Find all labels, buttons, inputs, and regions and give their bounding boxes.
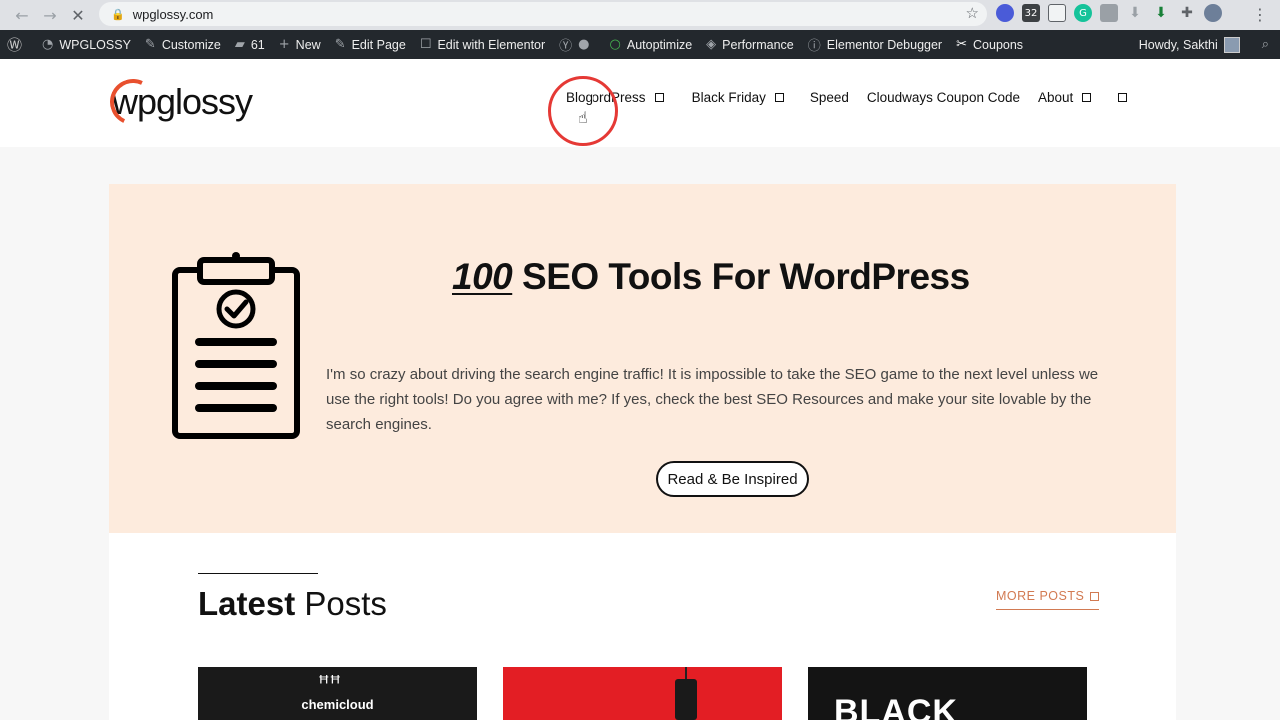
extension-image-icon[interactable] <box>1100 4 1118 22</box>
status-grey-dot-icon: ● <box>578 37 590 52</box>
hero-section: 100 SEO Tools For WordPress I'm so crazy… <box>109 184 1176 533</box>
site-header: wpglossy Blog WordPress Black Friday Spe… <box>0 59 1280 147</box>
admin-customize[interactable]: ✎ Customize <box>138 30 228 59</box>
admin-coupons[interactable]: ✂ Coupons <box>949 30 1030 59</box>
admin-yoast[interactable]: Ⓨ ● <box>552 30 602 59</box>
admin-performance[interactable]: ◈ Performance <box>699 30 801 59</box>
extension-calendar-icon[interactable]: 32 <box>1022 4 1040 22</box>
wordpress-logo-icon[interactable]: Ⓦ <box>0 30 35 59</box>
hand-cursor-icon: ☝ <box>578 108 588 127</box>
scissors-icon: ✂ <box>956 37 968 52</box>
extension-arrow-down-icon[interactable]: ⬇ <box>1152 4 1170 22</box>
nav-item-about[interactable]: About <box>1038 90 1092 105</box>
nav-item-blog[interactable]: Blog <box>566 90 594 105</box>
url-text: wpglossy.com <box>132 6 214 22</box>
extension-download-icon[interactable]: ⬇ <box>1126 4 1144 22</box>
wp-admin-bar: Ⓦ ◔ WPGLOSSY ✎ Customize ▰ 61 + New ✎ Edit Pa… <box>0 30 1280 59</box>
admin-edit-page[interactable]: ✎ Edit Page <box>328 30 413 59</box>
status-dot-icon: ○ <box>609 37 621 52</box>
admin-autoptimize[interactable]: ○ Autoptimize <box>603 30 700 59</box>
yoast-icon: Ⓨ <box>559 39 573 54</box>
price-tag-icon <box>675 679 697 720</box>
section-divider <box>198 573 318 574</box>
chemicloud-logo-icon: ꟸꟸ <box>318 671 342 695</box>
admin-search-icon[interactable]: ⌕ <box>1247 30 1280 59</box>
browser-toolbar: ← → ✕ 🔒 wpglossy.com ☆ 32 G ⬇ ⬇ ✚ ⋮ <box>0 0 1280 30</box>
post-card[interactable]: BLACK <box>808 667 1087 720</box>
comment-icon: ▰ <box>234 37 245 52</box>
section-title: Latest Posts <box>198 585 387 622</box>
browser-menu-icon[interactable]: ⋮ <box>1252 5 1268 24</box>
stop-loading-icon[interactable]: ✕ <box>64 1 92 29</box>
submenu-toggle-icon[interactable] <box>1082 93 1092 102</box>
main-navigation: Blog WordPress Black Friday Speed Cloudw… <box>566 90 1145 105</box>
back-arrow-icon[interactable]: ← <box>8 1 36 29</box>
post-card[interactable]: ꟸꟸ chemicloud <box>198 667 477 720</box>
site-logo[interactable]: wpglossy <box>103 72 253 132</box>
dashboard-icon: ◔ <box>42 37 54 52</box>
admin-comments[interactable]: ▰ 61 <box>228 30 272 59</box>
extension-grammarly-icon[interactable]: G <box>1074 4 1092 22</box>
admin-elementor-debugger[interactable]: ⓘ Elementor Debugger <box>801 30 949 59</box>
elementor-icon: ☐ <box>419 37 432 52</box>
submenu-toggle-icon[interactable] <box>774 93 784 102</box>
lock-icon: 🔒 <box>111 7 125 21</box>
extensions-puzzle-icon[interactable]: ✚ <box>1178 4 1196 22</box>
extension-color-icon[interactable] <box>996 4 1014 22</box>
forward-arrow-icon[interactable]: → <box>36 1 64 29</box>
extension-note-icon[interactable] <box>1048 4 1066 22</box>
nav-item-speed[interactable]: Speed <box>810 90 849 105</box>
menu-extra-icon[interactable] <box>1118 93 1128 102</box>
admin-site-name[interactable]: ◔ WPGLOSSY <box>35 30 138 59</box>
submenu-toggle-icon[interactable] <box>654 93 664 102</box>
brush-icon: ✎ <box>144 37 156 52</box>
pencil-icon: ✎ <box>334 37 346 52</box>
user-avatar <box>1223 36 1240 53</box>
plus-icon: + <box>278 37 290 52</box>
more-posts-arrow-icon <box>1090 591 1100 601</box>
clipboard-check-icon <box>172 252 300 439</box>
admin-howdy[interactable]: Howdy, Sakthi <box>1132 30 1247 59</box>
address-bar[interactable]: 🔒 wpglossy.com ☆ <box>99 2 987 26</box>
admin-edit-elementor[interactable]: ☐ Edit with Elementor <box>413 30 552 59</box>
nav-item-black-friday[interactable]: Black Friday <box>692 90 784 105</box>
info-icon: ⓘ <box>807 39 821 54</box>
latest-posts-section: Latest Posts MORE POSTS ꟸꟸ chemicloud BL… <box>109 533 1176 720</box>
bookmark-star-icon[interactable]: ☆ <box>966 4 979 22</box>
performance-icon: ◈ <box>706 37 717 52</box>
read-inspired-button[interactable]: Read & Be Inspired <box>656 461 809 497</box>
admin-new[interactable]: + New <box>272 30 328 59</box>
profile-avatar-icon[interactable] <box>1204 4 1222 22</box>
hero-title: 100 SEO Tools For WordPress <box>452 256 970 297</box>
nav-item-search[interactable] <box>1118 93 1128 102</box>
nav-item-cloudways[interactable]: Cloudways Coupon Code <box>867 90 1020 105</box>
hero-description: I'm so crazy about driving the search en… <box>326 366 1099 433</box>
extensions-area: 32 G ⬇ ⬇ ✚ <box>996 4 1222 22</box>
more-posts-link[interactable]: MORE POSTS <box>996 589 1100 610</box>
post-card[interactable] <box>503 667 782 720</box>
